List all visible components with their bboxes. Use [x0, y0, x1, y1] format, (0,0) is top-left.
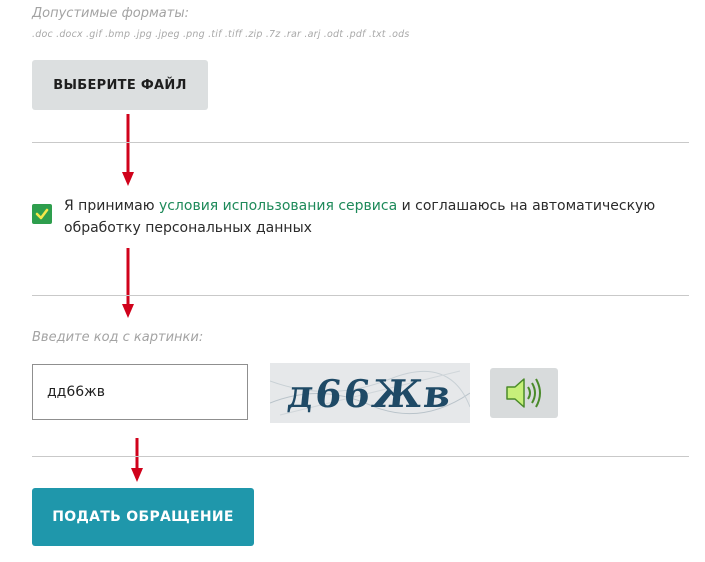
captcha-label: Введите код с картинки: — [32, 330, 204, 345]
divider — [32, 142, 689, 143]
choose-file-button[interactable]: ВЫБЕРИТЕ ФАЙЛ — [32, 60, 208, 110]
red-arrow-icon — [122, 114, 134, 186]
red-arrow-icon — [122, 248, 134, 318]
speaker-icon — [506, 378, 541, 408]
submit-request-button[interactable]: ПОДАТЬ ОБРАЩЕНИЕ — [32, 488, 254, 546]
red-arrow-icon — [131, 438, 143, 482]
captcha-image: д66Жв — [270, 363, 470, 423]
consent-prefix: Я принимаю — [64, 198, 159, 214]
consent-text: Я принимаю условия использования сервиса… — [64, 195, 674, 239]
formats-label: Допустимые форматы: — [32, 6, 189, 21]
divider — [32, 295, 689, 296]
captcha-image-text: д66Жв — [285, 371, 455, 416]
formats-list: .doc .docx .gif .bmp .jpg .jpeg .png .ti… — [32, 29, 410, 40]
captcha-input[interactable] — [32, 364, 248, 420]
divider — [32, 456, 689, 457]
audio-captcha-button[interactable] — [490, 368, 558, 418]
checkmark-icon — [35, 208, 49, 220]
terms-link[interactable]: условия использования сервиса — [159, 198, 397, 214]
consent-checkbox[interactable] — [32, 204, 52, 224]
